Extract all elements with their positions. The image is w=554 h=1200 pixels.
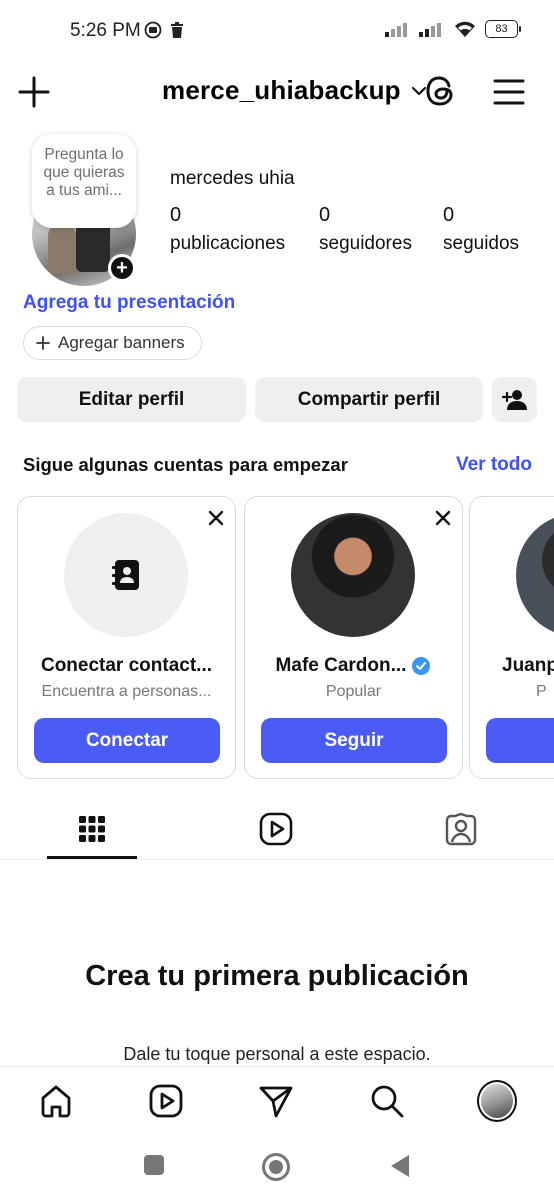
- card-name: Conectar contact...: [40, 655, 213, 676]
- suggestions-title: Sigue algunas cuentas para empezar: [23, 454, 348, 475]
- add-person-icon: [501, 389, 527, 410]
- user-avatar[interactable]: [516, 513, 554, 637]
- share-profile-button[interactable]: Compartir perfil: [255, 377, 483, 422]
- follow-button[interactable]: S: [486, 718, 554, 763]
- wifi-icon: [455, 21, 475, 37]
- back-icon[interactable]: [389, 1154, 411, 1178]
- reels-icon: [149, 1084, 183, 1118]
- status-time: 5:26 PM: [70, 20, 141, 41]
- suggestion-card-user[interactable]: Juanp P S: [469, 496, 554, 779]
- home-circle-icon[interactable]: [261, 1152, 291, 1182]
- active-tab-indicator: [47, 856, 137, 859]
- signal-icon-2: [419, 23, 441, 37]
- card-name: Mafe Cardon...: [245, 655, 462, 677]
- contacts-avatar: [64, 513, 188, 637]
- tab-posts[interactable]: [47, 800, 137, 858]
- search-icon: [371, 1085, 404, 1118]
- profile-stats: 0 publicaciones 0 seguidores 0 seguidos: [170, 204, 540, 260]
- add-banners-button[interactable]: Agregar banners: [23, 326, 202, 360]
- profile-actions: Editar perfil Compartir perfil: [17, 377, 537, 423]
- nav-home[interactable]: [36, 1081, 76, 1121]
- tagged-user-icon: [445, 812, 477, 846]
- battery-icon: 83: [485, 20, 521, 38]
- profile-tabs: [0, 800, 554, 860]
- reels-icon: [259, 812, 293, 846]
- follow-button[interactable]: Seguir: [261, 718, 447, 763]
- card-name: Juanp: [502, 655, 554, 676]
- display-name: mercedes uhia: [170, 168, 295, 189]
- suggestion-card-user[interactable]: Mafe Cardon... Popular Seguir: [244, 496, 463, 779]
- profile-header: merce_uhiabackup: [0, 62, 554, 122]
- status-bar: 5:26 PM 83: [0, 0, 554, 62]
- discover-people-button[interactable]: [492, 377, 537, 422]
- system-navigation: [0, 1134, 554, 1200]
- trash-icon: [171, 22, 183, 38]
- recents-icon[interactable]: [143, 1154, 165, 1176]
- suggestion-cards: Conectar contact... Encuentra a personas…: [17, 496, 554, 780]
- screen-record-icon: [144, 21, 162, 39]
- account-switcher[interactable]: merce_uhiabackup: [162, 75, 427, 106]
- edit-profile-button[interactable]: Editar perfil: [17, 377, 246, 422]
- avatar: [477, 1080, 517, 1122]
- suggestion-card-contacts[interactable]: Conectar contact... Encuentra a personas…: [17, 496, 236, 779]
- stat-posts[interactable]: 0 publicaciones: [170, 204, 285, 255]
- tab-reels[interactable]: [231, 800, 321, 858]
- plus-icon: [36, 336, 50, 350]
- user-avatar[interactable]: [291, 513, 415, 637]
- verified-badge-icon: [412, 657, 431, 675]
- stat-following[interactable]: 0 seguidos: [443, 204, 519, 255]
- signal-icon: [385, 23, 407, 37]
- close-icon[interactable]: [434, 509, 452, 527]
- nav-profile[interactable]: [477, 1080, 517, 1122]
- home-icon: [41, 1085, 71, 1118]
- empty-state-title: Crea tu primera publicación: [85, 960, 469, 992]
- card-subtitle: Popular: [325, 683, 382, 700]
- contact-book-icon: [112, 560, 139, 590]
- grid-icon: [79, 816, 105, 842]
- add-story-icon[interactable]: +: [108, 254, 136, 282]
- card-subtitle: Encuentra a personas...: [41, 683, 212, 700]
- nav-reels[interactable]: [146, 1081, 186, 1121]
- menu-icon[interactable]: [490, 74, 528, 110]
- see-all-link[interactable]: Ver todo: [456, 454, 532, 476]
- username: merce_uhiabackup: [162, 75, 401, 105]
- note-bubble[interactable]: Pregunta lo que quieras a tus ami...: [32, 134, 136, 228]
- profile-avatar-area[interactable]: Pregunta lo que quieras a tus ami... +: [32, 134, 138, 286]
- stat-followers[interactable]: 0 seguidores: [319, 204, 412, 255]
- close-icon[interactable]: [207, 509, 225, 527]
- connect-button[interactable]: Conectar: [34, 718, 220, 763]
- tab-tagged[interactable]: [416, 800, 506, 858]
- threads-icon[interactable]: [422, 72, 460, 110]
- card-subtitle: P: [536, 683, 547, 700]
- nav-messages[interactable]: [256, 1081, 296, 1121]
- create-plus-icon[interactable]: [16, 74, 52, 110]
- nav-search[interactable]: [367, 1081, 407, 1121]
- send-icon: [259, 1086, 293, 1118]
- empty-state-subtitle: Dale tu toque personal a este espacio.: [123, 1044, 431, 1064]
- add-bio-link[interactable]: Agrega tu presentación: [23, 292, 235, 314]
- bottom-navigation: [0, 1066, 554, 1134]
